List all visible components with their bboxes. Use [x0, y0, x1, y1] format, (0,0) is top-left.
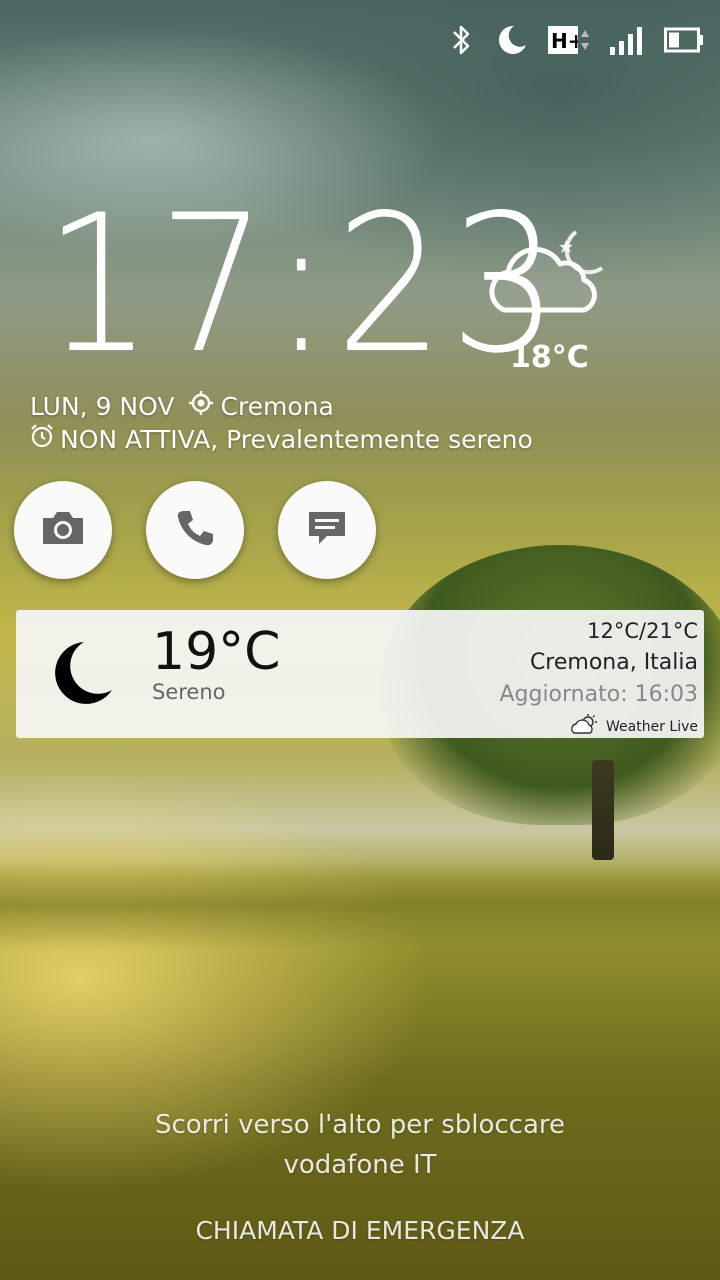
- widget-condition: Sereno: [152, 680, 226, 704]
- widget-brand: Weather Live: [499, 714, 698, 740]
- location-label: Cremona: [220, 391, 334, 421]
- brand-label: Weather Live: [606, 719, 698, 735]
- partly-cloudy-night-icon: [480, 222, 620, 336]
- widget-city: Cremona, Italia: [529, 650, 698, 675]
- network-type-label: H+: [551, 29, 578, 53]
- message-icon: [305, 508, 349, 552]
- emergency-call-button[interactable]: CHIAMATA DI EMERGENZA: [0, 1216, 720, 1245]
- wallpaper-tree-trunk: [592, 760, 614, 860]
- widget-min-max: 12°C/21°C: [587, 619, 698, 643]
- alarm-icon: [30, 423, 54, 455]
- lockscreen-temperature: 18°C: [510, 340, 589, 375]
- phone-icon: [175, 508, 215, 552]
- phone-shortcut-button[interactable]: [146, 481, 244, 579]
- date-label: LUN, 9 NOV: [30, 391, 175, 421]
- battery-icon: [664, 27, 704, 53]
- alarm-line: NON ATTIVA, Prevalentemente sereno: [30, 423, 533, 455]
- date-location-line: LUN, 9 NOV Cremona: [30, 390, 334, 422]
- crescent-moon-icon: [50, 638, 114, 712]
- unlock-hint: Scorri verso l'alto per sbloccare: [154, 1110, 566, 1140]
- bluetooth-icon: [450, 23, 474, 57]
- weather-widget[interactable]: 19°C Sereno 12°C/21°C Cremona, Italia Ag…: [16, 610, 704, 738]
- message-shortcut-button[interactable]: [278, 481, 376, 579]
- signal-icon: [610, 25, 644, 55]
- alarm-status-label: NON ATTIVA, Prevalentemente sereno: [60, 424, 533, 454]
- carrier-label: vodafone IT: [283, 1150, 437, 1180]
- widget-updated: Aggiornato: 16:03: [499, 682, 698, 707]
- widget-details: 12°C/21°C Cremona, Italia Aggiornato: 16…: [499, 616, 698, 740]
- moon-icon: [494, 23, 528, 57]
- weather-live-logo-icon: [570, 714, 600, 740]
- status-bar: H+: [450, 18, 704, 62]
- wallpaper-meadow: [0, 860, 720, 950]
- widget-temperature: 19°C: [152, 622, 281, 682]
- camera-icon: [41, 510, 85, 550]
- camera-shortcut-button[interactable]: [14, 481, 112, 579]
- location-icon: [188, 390, 214, 422]
- network-hplus-icon: H+: [548, 26, 590, 54]
